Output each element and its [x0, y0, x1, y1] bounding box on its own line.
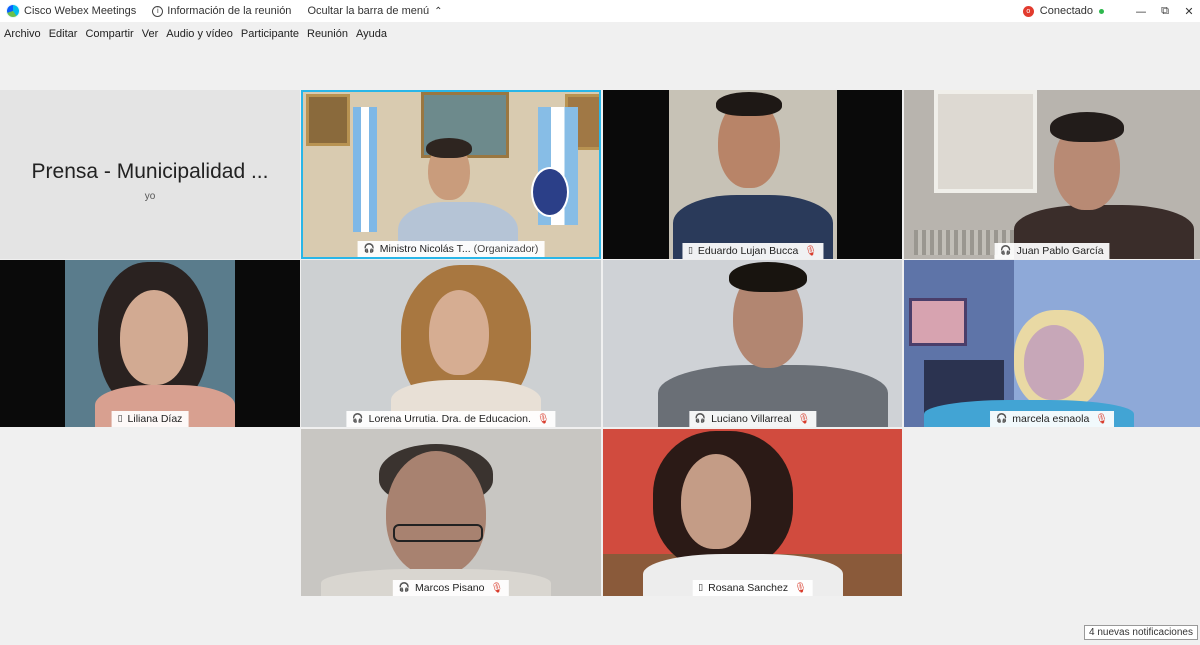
participant-role: (Organizador)	[473, 243, 539, 255]
name-label: 🎧 marcela esnaola 🎙	[990, 411, 1114, 427]
video-tile-lorena[interactable]: 🎧 Lorena Urrutia. Dra. de Educacion. 🎙	[301, 260, 601, 427]
connection-status[interactable]: o Conectado	[1022, 5, 1104, 17]
mic-muted-icon: 🎙	[1095, 413, 1108, 425]
notifications-badge[interactable]: 4 nuevas notificaciones	[1084, 625, 1198, 640]
participant-name: Juan Pablo García	[1016, 245, 1104, 257]
participant-name: Liliana Díaz	[127, 413, 183, 425]
hide-menu-label: Ocultar la barra de menú	[307, 5, 430, 17]
webex-logo-icon	[6, 4, 20, 18]
headset-icon: 🎧	[352, 414, 364, 424]
chevron-up-icon: ⌃	[434, 5, 443, 17]
app-name: Cisco Webex Meetings	[24, 5, 137, 17]
video-tile-liliana[interactable]: ▯ Liliana Díaz	[0, 260, 300, 427]
minimize-button[interactable]: —	[1130, 5, 1152, 18]
glasses	[393, 524, 483, 542]
menu-reunion[interactable]: Reunión	[307, 28, 348, 40]
connection-label: Conectado	[1039, 5, 1093, 17]
painting-left	[306, 94, 350, 146]
hide-menu-button[interactable]: Ocultar la barra de menú ⌃	[307, 5, 442, 17]
menu-ayuda[interactable]: Ayuda	[356, 28, 387, 40]
recording-icon: o	[1022, 5, 1034, 17]
mic-muted-icon: 🎙	[536, 413, 550, 425]
connected-dot-icon	[1099, 8, 1104, 14]
participant-name: Eduardo Lujan Bucca	[697, 245, 799, 257]
menu-participante[interactable]: Participante	[241, 28, 299, 40]
restore-button[interactable]: ⧉	[1154, 4, 1176, 18]
self-sub: yo	[144, 191, 156, 202]
name-label: ▯ Eduardo Lujan Bucca 🎙	[681, 243, 824, 259]
person-head	[1024, 325, 1084, 400]
headset-icon: 🎧	[694, 414, 707, 424]
person-head	[429, 290, 489, 375]
name-label: 🎧 Ministro Nicolás T... (Organizador)	[357, 241, 545, 257]
mic-muted-icon: 🎙	[797, 413, 811, 425]
person-head	[681, 454, 751, 549]
video-tile-marcos[interactable]: 🎧 Marcos Pisano 🎙	[301, 429, 601, 596]
video-tile-ministro[interactable]: 🎧 Ministro Nicolás T... (Organizador)	[301, 90, 601, 259]
person-head	[386, 451, 486, 576]
person-hair	[1050, 112, 1124, 142]
video-tile-marcela[interactable]: 🎧 marcela esnaola 🎙	[904, 260, 1200, 427]
participant-name: Marcos Pisano	[415, 582, 485, 594]
headset-icon: 🎧	[1000, 246, 1012, 256]
info-icon: i	[152, 5, 164, 17]
person-hair	[716, 92, 782, 116]
menu-audio-video[interactable]: Audio y vídeo	[166, 28, 233, 40]
meeting-info-button[interactable]: i Información de la reunión	[152, 5, 291, 17]
menu-editar[interactable]: Editar	[49, 28, 78, 40]
title-bar: Cisco Webex Meetings i Información de la…	[0, 0, 1200, 22]
menu-bar: Archivo Editar Compartir Ver Audio y víd…	[0, 24, 1200, 44]
participant-name: marcela esnaola	[1012, 413, 1090, 425]
menu-ver[interactable]: Ver	[142, 28, 159, 40]
emblem	[531, 167, 569, 217]
video-tile-rosana[interactable]: ▯ Rosana Sanchez 🎙	[603, 429, 902, 596]
mic-muted-icon: 🎙	[490, 582, 504, 594]
headset-icon: 🎧	[398, 583, 411, 593]
name-label: 🎧 Luciano Villarreal 🎙	[688, 411, 817, 427]
window	[934, 90, 1037, 193]
video-tile-luciano[interactable]: 🎧 Luciano Villarreal 🎙	[603, 260, 902, 427]
person-hair	[426, 138, 472, 158]
video-tile-eduardo[interactable]: ▯ Eduardo Lujan Bucca 🎙	[603, 90, 902, 259]
video-tile-juan-pablo[interactable]: 🎧 Juan Pablo García	[904, 90, 1200, 259]
phone-icon: ▯	[117, 414, 123, 424]
name-label: ▯ Liliana Díaz	[111, 411, 189, 427]
participant-name: Luciano Villarreal	[711, 413, 792, 425]
headset-icon: 🎧	[996, 414, 1008, 424]
name-label: 🎧 Lorena Urrutia. Dra. de Educacion. 🎙	[346, 411, 556, 427]
name-label: ▯ Rosana Sanchez 🎙	[692, 580, 813, 596]
menu-archivo[interactable]: Archivo	[4, 28, 41, 40]
participant-name: Rosana Sanchez	[708, 582, 789, 594]
participant-name: Ministro Nicolás T...	[379, 243, 471, 255]
person-hair	[729, 262, 807, 292]
name-label: 🎧 Juan Pablo García	[994, 243, 1110, 259]
mic-muted-icon: 🎙	[804, 245, 818, 257]
headset-icon: 🎧	[363, 244, 375, 254]
meeting-info-label: Información de la reunión	[167, 5, 292, 17]
menu-compartir[interactable]: Compartir	[85, 28, 133, 40]
close-button[interactable]: ✕	[1178, 5, 1200, 18]
picture-frame	[909, 298, 967, 346]
self-name: Prensa - Municipalidad ...	[31, 160, 269, 183]
name-label: 🎧 Marcos Pisano 🎙	[392, 580, 510, 596]
person-head	[120, 290, 188, 385]
phone-icon: ▯	[687, 246, 693, 256]
self-tile[interactable]: Prensa - Municipalidad ... yo	[0, 90, 300, 259]
mic-muted-icon: 🎙	[794, 582, 807, 594]
flag-argentina	[353, 107, 377, 232]
participant-name: Lorena Urrutia. Dra. de Educacion.	[368, 413, 531, 425]
phone-icon: ▯	[698, 583, 704, 593]
